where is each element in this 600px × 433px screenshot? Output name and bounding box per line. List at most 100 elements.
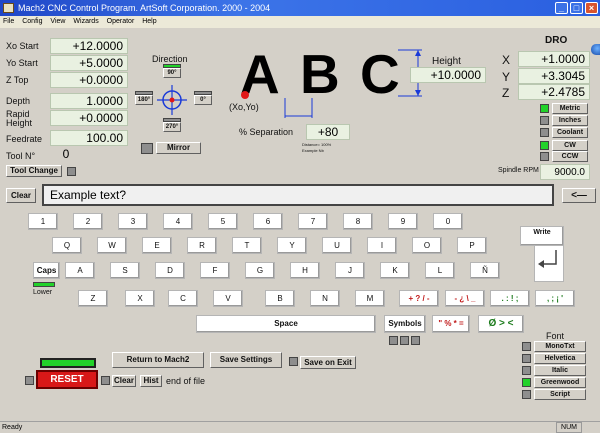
key-s[interactable]: S xyxy=(110,262,140,279)
key-m[interactable]: M xyxy=(355,290,385,307)
key-c[interactable]: C xyxy=(168,290,198,307)
key-y[interactable]: Y xyxy=(277,237,307,254)
key-r[interactable]: R xyxy=(187,237,217,254)
rapid-height-label: Rapid Height xyxy=(6,109,33,128)
feedrate-field[interactable]: 100.00 xyxy=(50,130,128,146)
separation-field[interactable]: +80 xyxy=(306,124,350,140)
key-1[interactable]: 1 xyxy=(28,213,58,230)
text-entry-input[interactable]: Example text? xyxy=(42,184,554,206)
ccw-button[interactable]: CCW xyxy=(552,151,588,162)
symbols-button[interactable]: Symbols xyxy=(384,315,426,333)
key-4[interactable]: 4 xyxy=(163,213,193,230)
tool-number-field[interactable]: 0 xyxy=(50,147,82,163)
font-greenwood-button[interactable]: Greenwood xyxy=(534,377,586,388)
menu-view[interactable]: View xyxy=(47,18,68,25)
minimize-button[interactable]: _ xyxy=(555,2,568,14)
key-diameter-greater-less[interactable]: Ø > < xyxy=(478,315,524,333)
direction-0-button[interactable]: 0° xyxy=(194,95,212,105)
clear-text-button[interactable]: Clear xyxy=(6,188,36,203)
key-n[interactable]: N xyxy=(310,290,340,307)
direction-270-button[interactable]: 270° xyxy=(163,122,181,132)
key-h[interactable]: H xyxy=(290,262,320,279)
key-9[interactable]: 9 xyxy=(388,213,418,230)
xo-start-field[interactable]: +12.0000 xyxy=(50,38,128,54)
key-d[interactable]: D xyxy=(155,262,185,279)
tool-change-button[interactable]: Tool Change xyxy=(6,165,62,177)
key-k[interactable]: K xyxy=(380,262,410,279)
key-i[interactable]: I xyxy=(367,237,397,254)
key-j[interactable]: J xyxy=(335,262,365,279)
key-z[interactable]: Z xyxy=(78,290,108,307)
key-t[interactable]: T xyxy=(232,237,262,254)
menu-file[interactable]: File xyxy=(0,18,17,25)
caps-button[interactable]: Caps xyxy=(33,262,60,279)
rapid-height-field[interactable]: +0.0000 xyxy=(50,110,128,126)
dro-x-label: X xyxy=(502,53,511,67)
metric-button[interactable]: Metric xyxy=(552,103,588,114)
key-e[interactable]: E xyxy=(142,237,172,254)
save-on-exit-button[interactable]: Save on Exit xyxy=(300,356,356,369)
write-button[interactable]: Write xyxy=(520,226,564,246)
close-button[interactable]: × xyxy=(585,2,598,14)
key-l[interactable]: L xyxy=(425,262,455,279)
spindle-rpm-field[interactable]: 9000.0 xyxy=(540,164,590,180)
key-6[interactable]: 6 xyxy=(253,213,283,230)
caps-led xyxy=(33,282,55,287)
key-minus-inverted-question[interactable]: - ¿ \ _ xyxy=(445,290,485,307)
height-field[interactable]: +10.0000 xyxy=(410,67,486,83)
key-7[interactable]: 7 xyxy=(298,213,328,230)
return-to-mach2-button[interactable]: Return to Mach2 xyxy=(112,352,204,368)
maximize-button[interactable]: □ xyxy=(570,2,583,14)
key-v[interactable]: V xyxy=(213,290,243,307)
coolant-button[interactable]: Coolant xyxy=(552,127,588,138)
key-quote-percent[interactable]: " % * = xyxy=(432,315,470,333)
depth-label: Depth xyxy=(6,96,31,106)
key-2[interactable]: 2 xyxy=(73,213,103,230)
history-button[interactable]: Hist xyxy=(140,375,162,387)
key-w[interactable]: W xyxy=(97,237,127,254)
key-x[interactable]: X xyxy=(125,290,155,307)
direction-90-button[interactable]: 90° xyxy=(163,68,181,78)
key-comma-semicolon[interactable]: , ; ¡ ' xyxy=(535,290,575,307)
key-u[interactable]: U xyxy=(322,237,352,254)
key-b[interactable]: B xyxy=(265,290,295,307)
key-f[interactable]: F xyxy=(200,262,230,279)
key-8[interactable]: 8 xyxy=(343,213,373,230)
key-3[interactable]: 3 xyxy=(118,213,148,230)
font-italic-button[interactable]: Italic xyxy=(534,365,586,376)
cw-button[interactable]: CW xyxy=(552,140,588,151)
mirror-button[interactable]: Mirror xyxy=(156,142,201,154)
save-settings-button[interactable]: Save Settings xyxy=(210,352,282,368)
key-q[interactable]: Q xyxy=(52,237,82,254)
reset-button[interactable]: RESET xyxy=(36,370,98,389)
key-0[interactable]: 0 xyxy=(433,213,463,230)
font-script-button[interactable]: Script xyxy=(534,389,586,400)
depth-field[interactable]: 1.0000 xyxy=(50,93,128,109)
yo-start-field[interactable]: +5.0000 xyxy=(50,55,128,71)
key-5[interactable]: 5 xyxy=(208,213,238,230)
key-n-tilde[interactable]: Ñ xyxy=(470,262,500,279)
clear-history-button[interactable]: Clear xyxy=(112,375,136,387)
dro-y-field[interactable]: +3.3045 xyxy=(518,68,590,84)
menu-config[interactable]: Config xyxy=(19,18,45,25)
dro-z-field[interactable]: +2.4785 xyxy=(518,84,590,100)
inches-button[interactable]: Inches xyxy=(552,115,588,126)
key-plus-question[interactable]: + ? / - xyxy=(399,290,439,307)
font-monotxt-button[interactable]: MonoTxt xyxy=(534,341,586,352)
space-key[interactable]: Space xyxy=(196,315,376,333)
key-a[interactable]: A xyxy=(65,262,95,279)
dro-title: DRO xyxy=(545,35,568,46)
key-g[interactable]: G xyxy=(245,262,275,279)
menu-wizards[interactable]: Wizards xyxy=(70,18,101,25)
dro-x-field[interactable]: +1.0000 xyxy=(518,51,590,67)
key-o[interactable]: O xyxy=(412,237,442,254)
direction-180-button[interactable]: 180° xyxy=(135,95,153,105)
z-top-field[interactable]: +0.0000 xyxy=(50,72,128,88)
menu-help[interactable]: Help xyxy=(139,18,159,25)
key-period-colon[interactable]: . : ! ; xyxy=(490,290,530,307)
symbols-led-3 xyxy=(411,336,420,345)
key-p[interactable]: P xyxy=(457,237,487,254)
backspace-button[interactable]: <— xyxy=(562,188,596,203)
font-helvetica-button[interactable]: Helvetica xyxy=(534,353,586,364)
menu-operator[interactable]: Operator xyxy=(104,18,138,25)
